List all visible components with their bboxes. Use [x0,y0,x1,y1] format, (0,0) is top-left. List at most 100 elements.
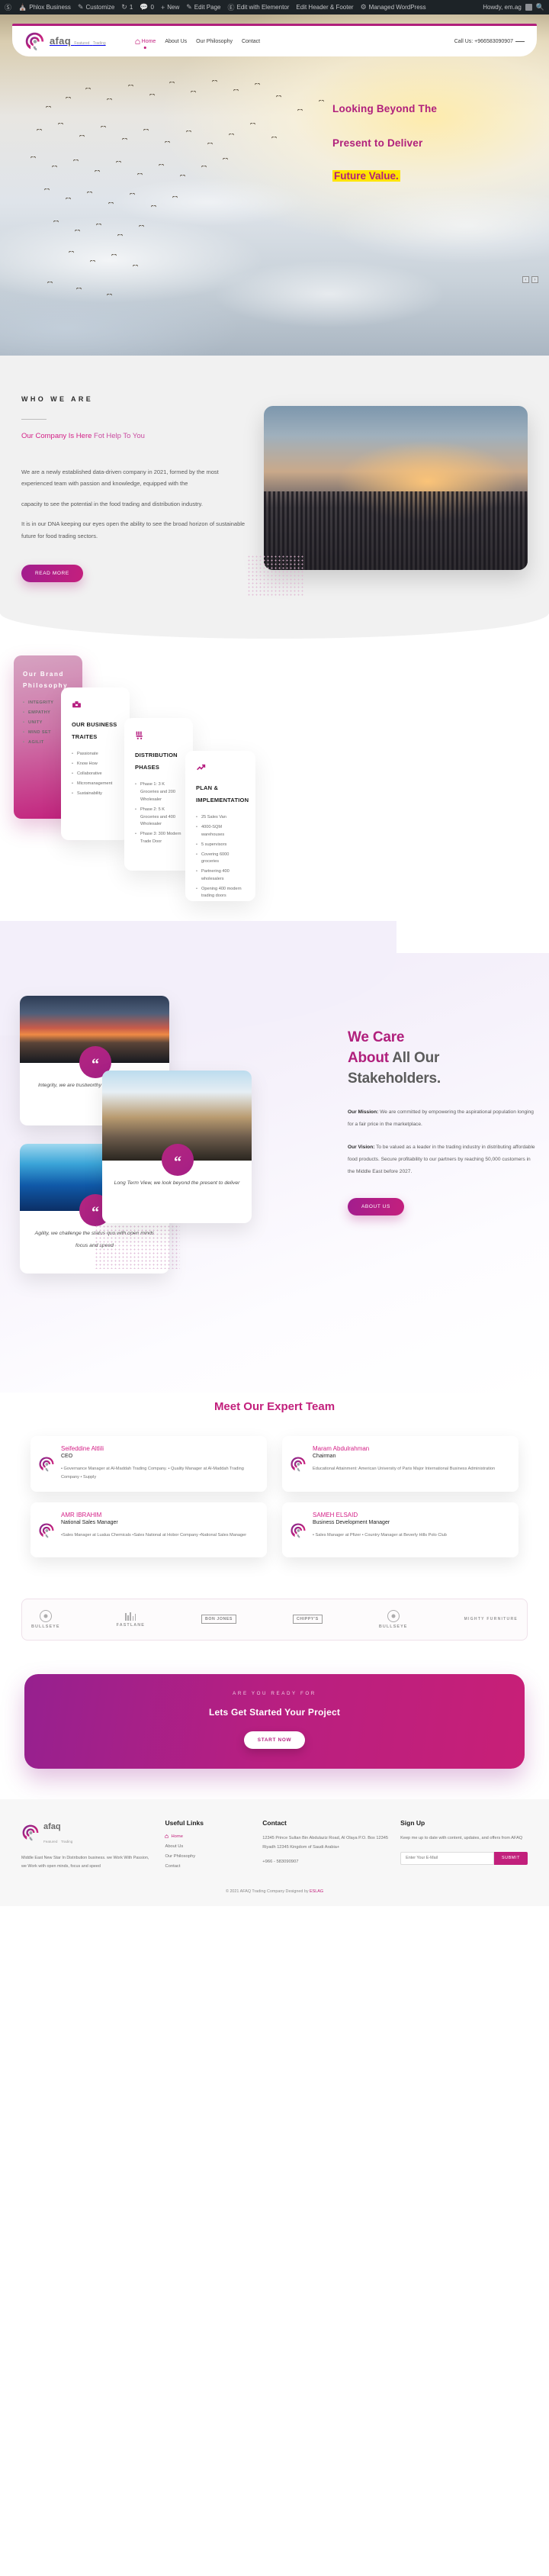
nav-item-home[interactable]: Home [135,39,156,49]
footer-brand-sub1: Featured [43,1839,58,1843]
adminbar-updates[interactable]: ↻ 1 [121,3,133,11]
bonjones-icon: BON JONES [201,1615,236,1624]
read-more-button[interactable]: READ MORE [21,564,83,582]
adminbar-managed-wordpress[interactable]: ⚙ Managed WordPress [361,3,426,11]
adminbar-comments[interactable]: 💬 0 [140,3,154,11]
nav-item-our-philosophy[interactable]: Our Philosophy [196,39,233,44]
start-now-button[interactable]: START NOW [243,1731,306,1749]
team-member-name: Seifeddine Altlili [61,1444,104,1452]
team-heading: Meet Our Expert Team [214,1399,336,1413]
mission-label: Our Mission: [348,1109,379,1115]
wordpress-admin-bar[interactable]: Ⓢ ⛪ Phlox Business ✎ Customize ↻ 1 💬 0 +… [0,0,549,14]
footer-link-about-us[interactable]: About Us [165,1844,252,1849]
footer-link-home-label[interactable]: Home [171,1834,182,1839]
site-footer: afaq Featured Trading Middle East New St… [0,1798,549,1906]
newsletter-email-input[interactable] [400,1851,495,1865]
client-logo: CHIPPY'S [293,1615,323,1624]
adminbar-new-label: New [167,4,180,11]
adminbar-customize[interactable]: ✎ Customize [78,3,114,11]
hero-slider-controls[interactable]: ‹ › [522,276,538,283]
about-us-button[interactable]: ABOUT US [348,1198,404,1216]
who-paragraph-2: capacity to see the potential in the foo… [21,500,203,507]
team-member-role: CEO [61,1453,73,1459]
cta-title: Lets Get Started Your Project [208,1706,341,1718]
footer-contact-phone[interactable]: +966 - 583090907 [262,1860,390,1864]
card-business-traits-title: OUR BUSINESS TRAITES [72,720,117,740]
plus-icon: + [160,3,165,11]
gear-icon: ⚙ [360,3,367,11]
adminbar-managed-label: Managed WordPress [368,4,426,11]
footer-link-contact-label[interactable]: Contact [165,1864,180,1869]
stakeholder-quote-cards: “ Integrity, we are trustworthy and act … [12,995,340,1347]
team-member-info: AMR IBRAHIM National Sales Manager •Sale… [61,1512,246,1548]
home-icon [165,1834,169,1839]
team-member-role: Chairman [313,1453,336,1459]
site-header: afaq Featured Trading Home About Us Our … [12,26,537,56]
cta-banner: ARE YOU READY FOR Lets Get Started Your … [24,1673,525,1769]
client-logos-strip: BULLSEYE FASTLANE BON JONES CHIPPY'S BUL… [21,1598,528,1641]
newsletter-form[interactable]: SUBMIT [400,1851,528,1865]
adminbar-edit-elementor[interactable]: Ⓔ Edit with Elementor [227,2,289,12]
birds-flock-image [0,14,549,356]
adminbar-elementor-label: Edit with Elementor [236,4,290,11]
afaq-logo-avatar-icon [39,1457,54,1472]
team-member-description: Educational Attainment: American Univers… [313,1466,496,1471]
mission-paragraph: Our Mission: We are committed by empower… [348,1106,537,1131]
footer-link-about-us-label[interactable]: About Us [165,1844,183,1849]
nav-item-contact[interactable]: Contact [242,39,260,44]
card-distribution-phases-list: Phase 1: 3 K Groceries and 200 Wholesale… [135,781,182,845]
fastlane-icon [125,1612,136,1621]
header-call-us[interactable]: Call Us: +966583090907 [454,39,525,44]
hero-headline: Looking Beyond The Present to Deliver Fu… [332,103,523,183]
card-plan-implementation: PLAN & IMPLEMENTATION 25 Sales Van 4000-… [185,750,255,901]
plan-item: Opening 400 modern trading doors [196,886,245,901]
comment-icon: 💬 [140,3,149,11]
strategy-icon [197,764,206,771]
plan-item: Covering 6000 groceries [196,852,245,867]
slider-prev-button[interactable]: ‹ [522,276,529,283]
team-member-description: •Sales Manager at Lualua Chemicals •Sale… [61,1532,247,1538]
footer-contact-column: Contact 12345 Prince Sultan Bin Abdulazi… [262,1819,390,1874]
footer-link-our-philosophy-label[interactable]: Our Philosophy [165,1854,195,1859]
adminbar-comments-count: 0 [150,4,154,11]
chippys-icon: CHIPPY'S [293,1615,323,1624]
team-grid: Seifeddine Altlili CEO • Governance Mana… [0,1435,549,1557]
footer-contact-address: 12345 Prince Sultan Bin Abdulaziz Road, … [262,1835,388,1850]
who-we-are-image-column [247,395,528,597]
brand-subtitle-line1: Featured [74,41,90,46]
footer-link-home[interactable]: Home [165,1834,252,1839]
bullseye-icon [39,1609,52,1622]
afaq-logo-icon [25,32,44,50]
site-logo[interactable]: afaq Featured Trading [24,31,106,52]
client-logo: MIGHTY FURNITURE [464,1617,518,1622]
cta-kicker: ARE YOU READY FOR [233,1690,316,1696]
card-distribution-phases: DISTRIBUTION PHASES Phase 1: 3 K Groceri… [124,717,193,871]
team-section: Meet Our Expert Team Seifeddine Altlili … [0,1392,549,1591]
footer-link-contact[interactable]: Contact [165,1864,252,1869]
adminbar-edit-page[interactable]: ✎ Edit Page [186,3,220,11]
team-member-info: Seifeddine Altlili CEO • Governance Mana… [61,1445,258,1483]
footer-contact-title: Contact [262,1818,287,1827]
plan-item: 4000-SQM warehouses [196,824,245,839]
search-icon[interactable]: 🔍 [536,3,544,11]
nav-item-about-us[interactable]: About Us [165,39,187,44]
footer-brand-name: afaq [43,1821,61,1831]
newsletter-submit-button[interactable]: SUBMIT [494,1851,528,1865]
slider-next-button[interactable]: › [531,276,538,283]
adminbar-new[interactable]: + New [161,4,179,11]
distribution-item: Phase 1: 3 K Groceries and 200 Wholesale… [135,781,182,803]
team-member-description: • Sales Manager at Pfizer • Country Mana… [313,1532,447,1538]
adminbar-edit-header-footer[interactable]: Edit Header & Footer [296,4,353,11]
team-member-name: AMR IBRAHIM [61,1511,102,1518]
footer-link-our-philosophy[interactable]: Our Philosophy [165,1854,252,1859]
adminbar-site-name[interactable]: ⛪ Phlox Business [18,3,71,11]
adminbar-account-area[interactable]: Howdy, em.ag 🔍 [483,3,544,11]
brand-name: afaq [50,35,71,47]
card-plan-implementation-list: 25 Sales Van 4000-SQM warehouses 5 super… [196,814,245,900]
adminbar-wordpress-logo[interactable]: Ⓢ [5,2,11,12]
footer-copyright-link[interactable]: ESLAG [310,1889,323,1894]
quote-mark-icon: “ [162,1143,194,1176]
curve-divider [0,612,549,639]
dots-decoration [95,1224,180,1269]
traits-item: Sustainability [72,791,119,798]
